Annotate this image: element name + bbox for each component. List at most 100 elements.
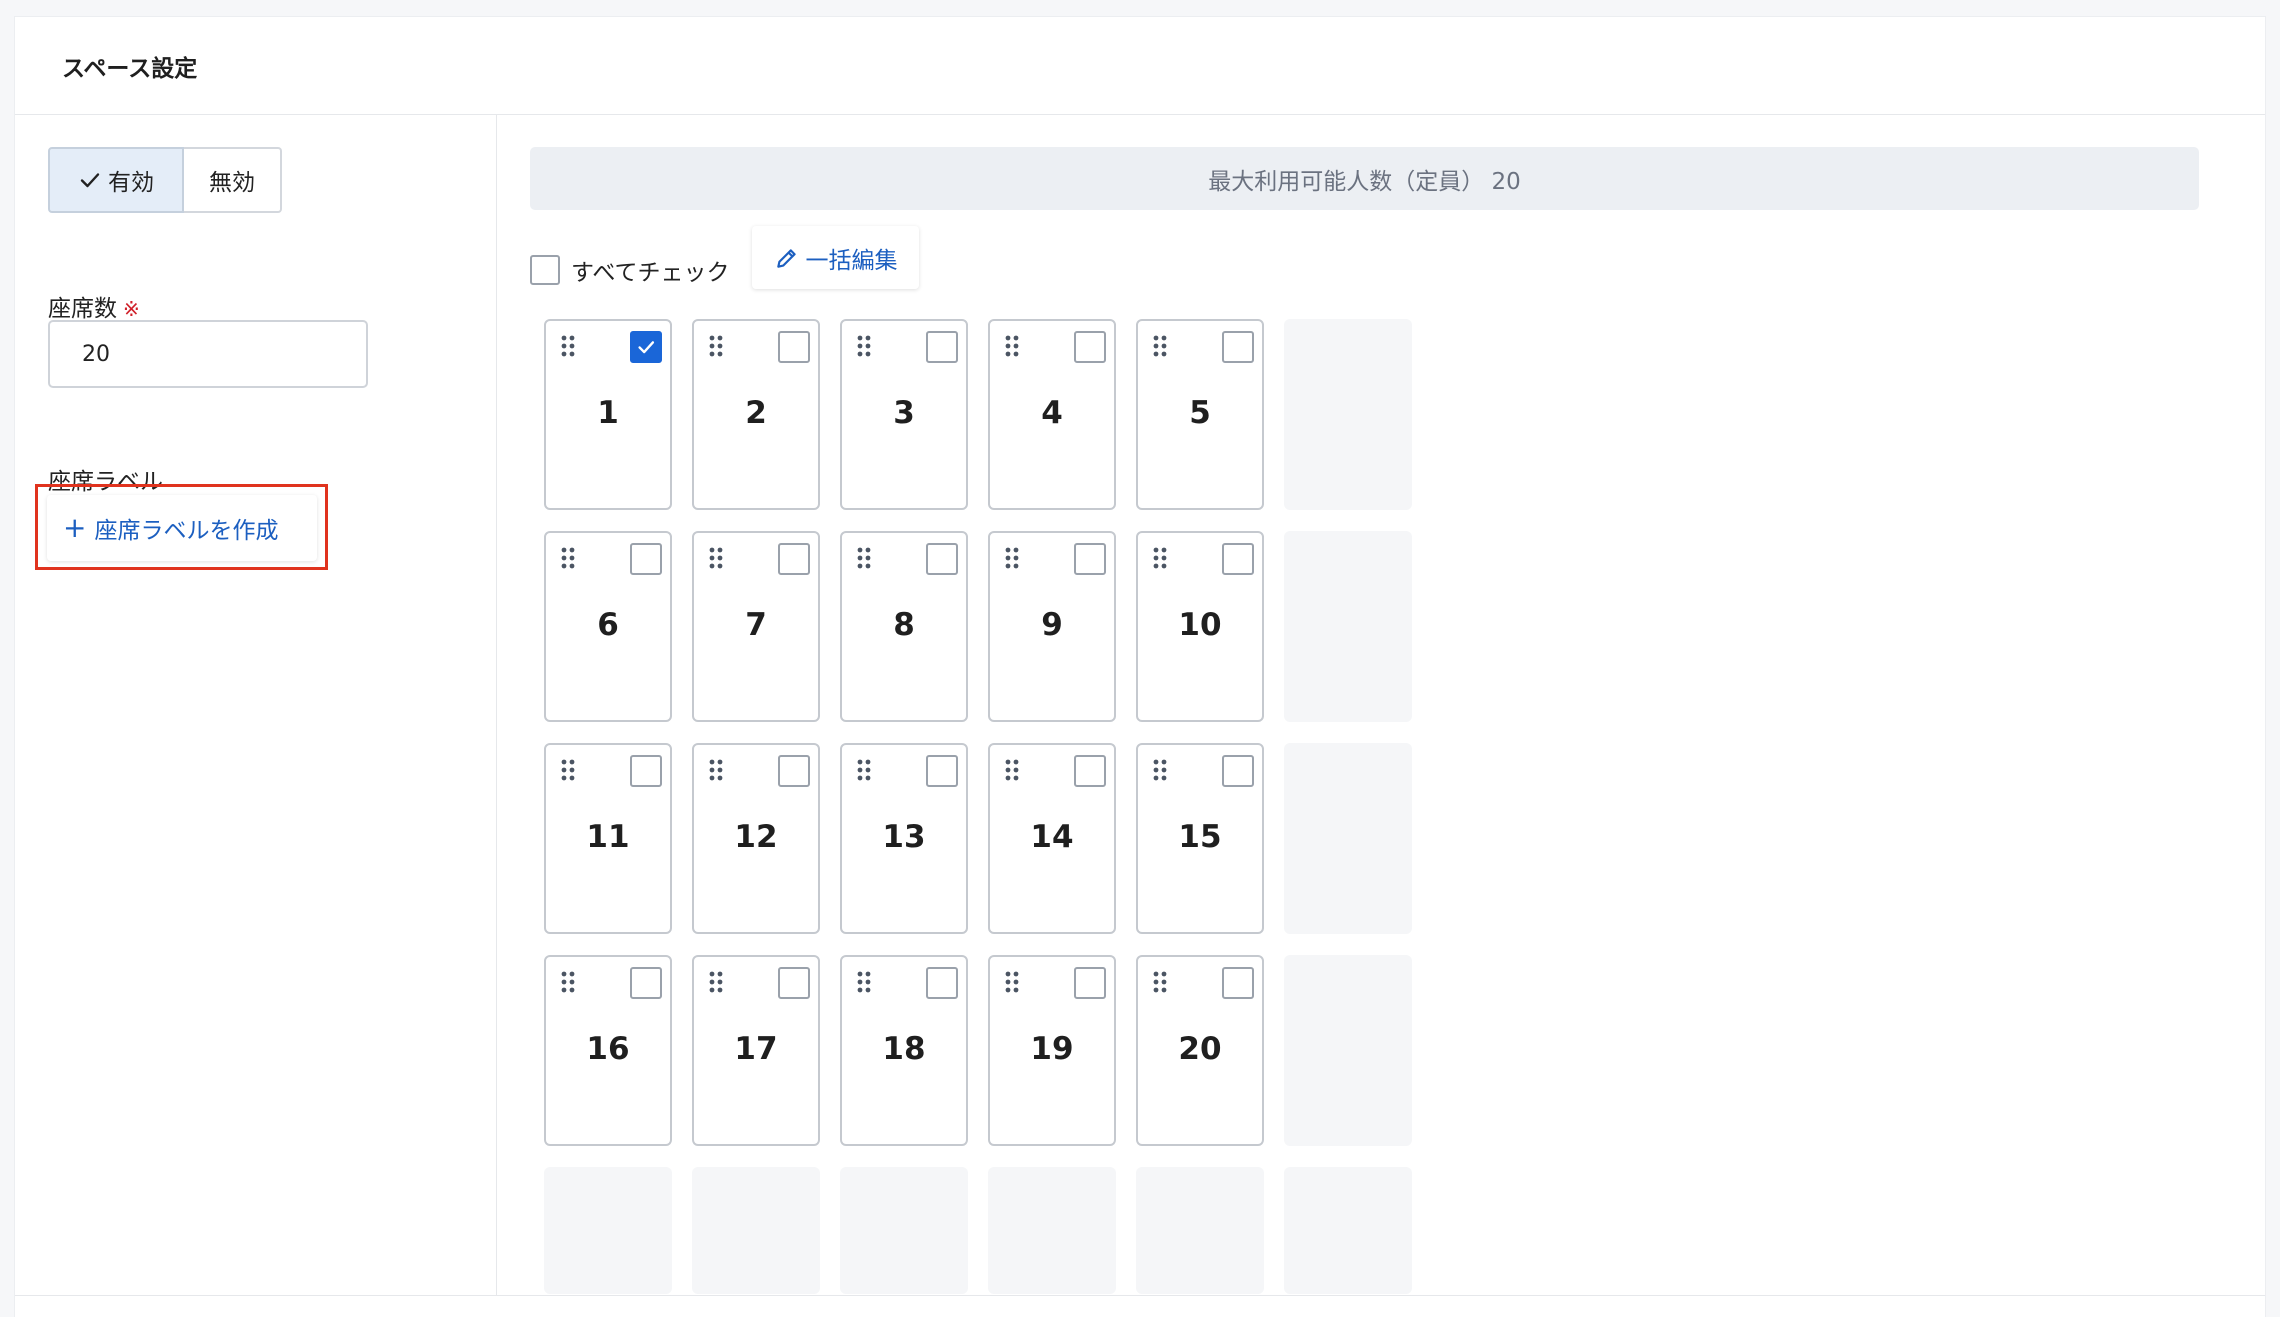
seat-card[interactable]: 6	[544, 531, 672, 722]
seat-checkbox[interactable]	[778, 967, 810, 999]
bulk-edit-label: 一括編集	[805, 247, 898, 274]
drag-handle-icon[interactable]	[1005, 759, 1019, 781]
check-all-checkbox[interactable]	[530, 255, 560, 285]
empty-seat-slot	[1284, 531, 1412, 722]
seat-checkbox[interactable]	[1074, 331, 1106, 363]
seat-checkbox[interactable]	[926, 967, 958, 999]
seat-number: 17	[734, 1031, 778, 1067]
panel-title: スペース設定	[62, 56, 198, 82]
drag-handle-icon[interactable]	[709, 335, 723, 357]
seat-checkbox[interactable]	[1222, 967, 1254, 999]
seat-card[interactable]: 18	[840, 955, 968, 1146]
seat-number: 6	[597, 607, 619, 643]
drag-handle-icon[interactable]	[857, 547, 871, 569]
drag-handle-icon[interactable]	[857, 971, 871, 993]
capacity-bar: 最大利用可能人数（定員） 20	[530, 147, 2199, 210]
seat-count-input[interactable]	[48, 320, 368, 388]
drag-handle-icon[interactable]	[709, 547, 723, 569]
seat-number: 14	[1030, 819, 1074, 855]
seat-number: 20	[1178, 1031, 1222, 1067]
toggle-enabled-button[interactable]: 有効	[48, 147, 184, 213]
drag-handle-icon[interactable]	[1153, 759, 1167, 781]
drag-handle-icon[interactable]	[1153, 335, 1167, 357]
panel-header: スペース設定	[15, 17, 2265, 115]
empty-seat-slot	[988, 1167, 1116, 1294]
toggle-disabled-label: 無効	[209, 170, 255, 196]
seat-card[interactable]: 2	[692, 319, 820, 510]
seat-card[interactable]: 12	[692, 743, 820, 934]
seat-checkbox[interactable]	[1222, 755, 1254, 787]
seat-checkbox[interactable]	[630, 967, 662, 999]
bulk-edit-button[interactable]: 一括編集	[752, 226, 919, 289]
seat-checkbox[interactable]	[778, 543, 810, 575]
seat-number: 10	[1178, 607, 1222, 643]
drag-handle-icon[interactable]	[561, 759, 575, 781]
drag-handle-icon[interactable]	[857, 759, 871, 781]
check-all-control[interactable]: すべてチェック	[530, 240, 729, 300]
seat-checkbox[interactable]	[1074, 967, 1106, 999]
status-toggle: 有効 無効	[48, 147, 282, 213]
seat-number: 15	[1178, 819, 1222, 855]
empty-seat-slot	[692, 1167, 820, 1294]
drag-handle-icon[interactable]	[561, 335, 575, 357]
create-seat-label-button[interactable]: + 座席ラベルを作成	[47, 495, 317, 561]
seat-checkbox[interactable]	[1222, 543, 1254, 575]
plus-icon: +	[63, 511, 87, 544]
seat-number: 2	[745, 395, 767, 431]
drag-handle-icon[interactable]	[709, 759, 723, 781]
seat-card[interactable]: 3	[840, 319, 968, 510]
seat-number: 18	[882, 1031, 926, 1067]
seat-card[interactable]: 7	[692, 531, 820, 722]
drag-handle-icon[interactable]	[709, 971, 723, 993]
seat-card[interactable]: 5	[1136, 319, 1264, 510]
seat-card[interactable]: 19	[988, 955, 1116, 1146]
drag-handle-icon[interactable]	[561, 547, 575, 569]
drag-handle-icon[interactable]	[1005, 547, 1019, 569]
seat-checkbox[interactable]	[630, 543, 662, 575]
seat-card[interactable]: 8	[840, 531, 968, 722]
check-all-label: すべてチェック	[571, 260, 730, 286]
seat-checkbox[interactable]	[1074, 543, 1106, 575]
drag-handle-icon[interactable]	[561, 971, 575, 993]
check-icon	[80, 173, 100, 188]
seat-number: 9	[1041, 607, 1063, 643]
seat-checkbox[interactable]	[926, 543, 958, 575]
seat-card[interactable]: 16	[544, 955, 672, 1146]
empty-seat-slot	[1284, 1167, 1412, 1294]
seat-card[interactable]: 15	[1136, 743, 1264, 934]
seat-checkbox[interactable]	[1074, 755, 1106, 787]
seat-card[interactable]: 17	[692, 955, 820, 1146]
seat-card[interactable]: 4	[988, 319, 1116, 510]
empty-seat-slot	[1136, 1167, 1264, 1294]
seat-checkbox[interactable]	[1222, 331, 1254, 363]
seat-number: 3	[893, 395, 915, 431]
drag-handle-icon[interactable]	[1153, 971, 1167, 993]
seat-number: 19	[1030, 1031, 1074, 1067]
seat-card[interactable]: 20	[1136, 955, 1264, 1146]
seat-card[interactable]: 14	[988, 743, 1116, 934]
create-seat-label-text: 座席ラベルを作成	[94, 518, 279, 544]
seat-card[interactable]: 13	[840, 743, 968, 934]
seat-number: 7	[745, 607, 767, 643]
seat-number: 11	[586, 819, 630, 855]
toggle-disabled-button[interactable]: 無効	[184, 147, 282, 213]
seat-checkbox[interactable]	[926, 755, 958, 787]
seat-number: 12	[734, 819, 778, 855]
seat-checkbox[interactable]	[630, 755, 662, 787]
seat-checkbox[interactable]	[778, 331, 810, 363]
empty-seat-slot	[1284, 743, 1412, 934]
seat-checkbox[interactable]	[926, 331, 958, 363]
seat-checkbox[interactable]	[630, 331, 662, 363]
drag-handle-icon[interactable]	[1153, 547, 1167, 569]
seat-number: 1	[597, 395, 619, 431]
capacity-text: 最大利用可能人数（定員） 20	[1208, 168, 1521, 195]
seat-checkbox[interactable]	[778, 755, 810, 787]
drag-handle-icon[interactable]	[1005, 971, 1019, 993]
required-mark: ※	[123, 297, 140, 321]
seat-card[interactable]: 11	[544, 743, 672, 934]
seat-card[interactable]: 9	[988, 531, 1116, 722]
seat-card[interactable]: 1	[544, 319, 672, 510]
drag-handle-icon[interactable]	[1005, 335, 1019, 357]
drag-handle-icon[interactable]	[857, 335, 871, 357]
seat-card[interactable]: 10	[1136, 531, 1264, 722]
